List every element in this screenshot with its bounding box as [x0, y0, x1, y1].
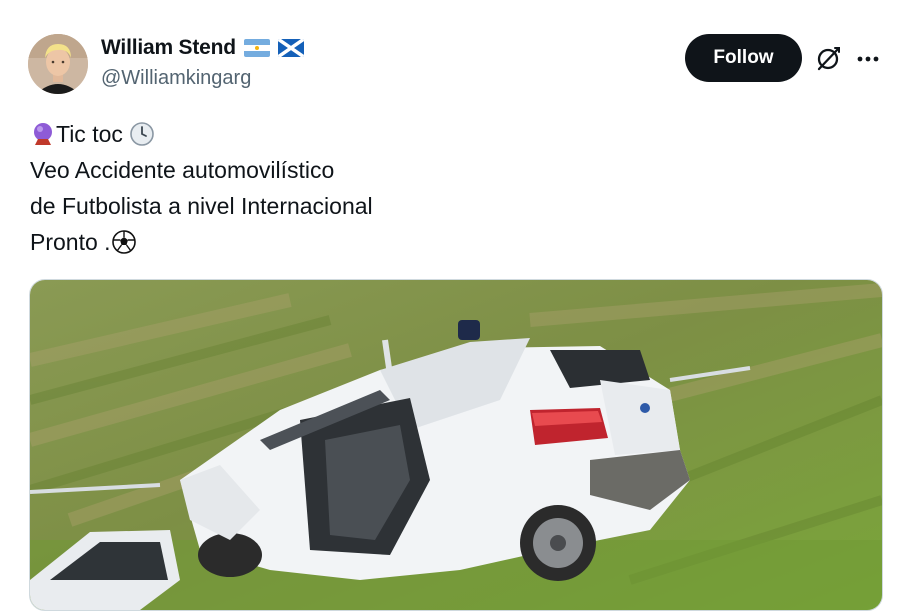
follow-button[interactable]: Follow [685, 34, 802, 82]
scotland-flag-icon [277, 39, 304, 57]
grok-icon[interactable] [814, 45, 842, 73]
name-row: William Stend [101, 36, 304, 60]
tweet-photo[interactable] [29, 279, 883, 611]
tweet-line: de Futbolista a nivel Internacional [30, 188, 373, 224]
tweet-line-text: Tic toc [56, 121, 123, 147]
tweet-line-text: Pronto . [30, 229, 111, 255]
tweet-line: Pronto . [30, 224, 373, 260]
tweet-line: Tic toc [30, 116, 373, 152]
soccer-ball-icon [111, 229, 137, 255]
tweet-line: Veo Accidente automovilístico [30, 152, 373, 188]
user-handle[interactable]: @Williamkingarg [101, 67, 251, 90]
avatar[interactable] [28, 34, 88, 94]
tweet-line-text: de Futbolista a nivel Internacional [30, 193, 373, 219]
tweet-line-text: Veo Accidente automovilístico [30, 157, 335, 183]
argentina-flag-icon [243, 39, 270, 57]
tweet-card: William Stend @Williamkingarg Follow Tic… [0, 0, 900, 611]
more-options-icon[interactable] [855, 50, 881, 68]
display-name[interactable]: William Stend [101, 36, 236, 60]
crystal-ball-icon [30, 121, 56, 147]
clock-icon [129, 121, 155, 147]
tweet-text: Tic toc Veo Accidente automovilístico de… [30, 116, 373, 260]
